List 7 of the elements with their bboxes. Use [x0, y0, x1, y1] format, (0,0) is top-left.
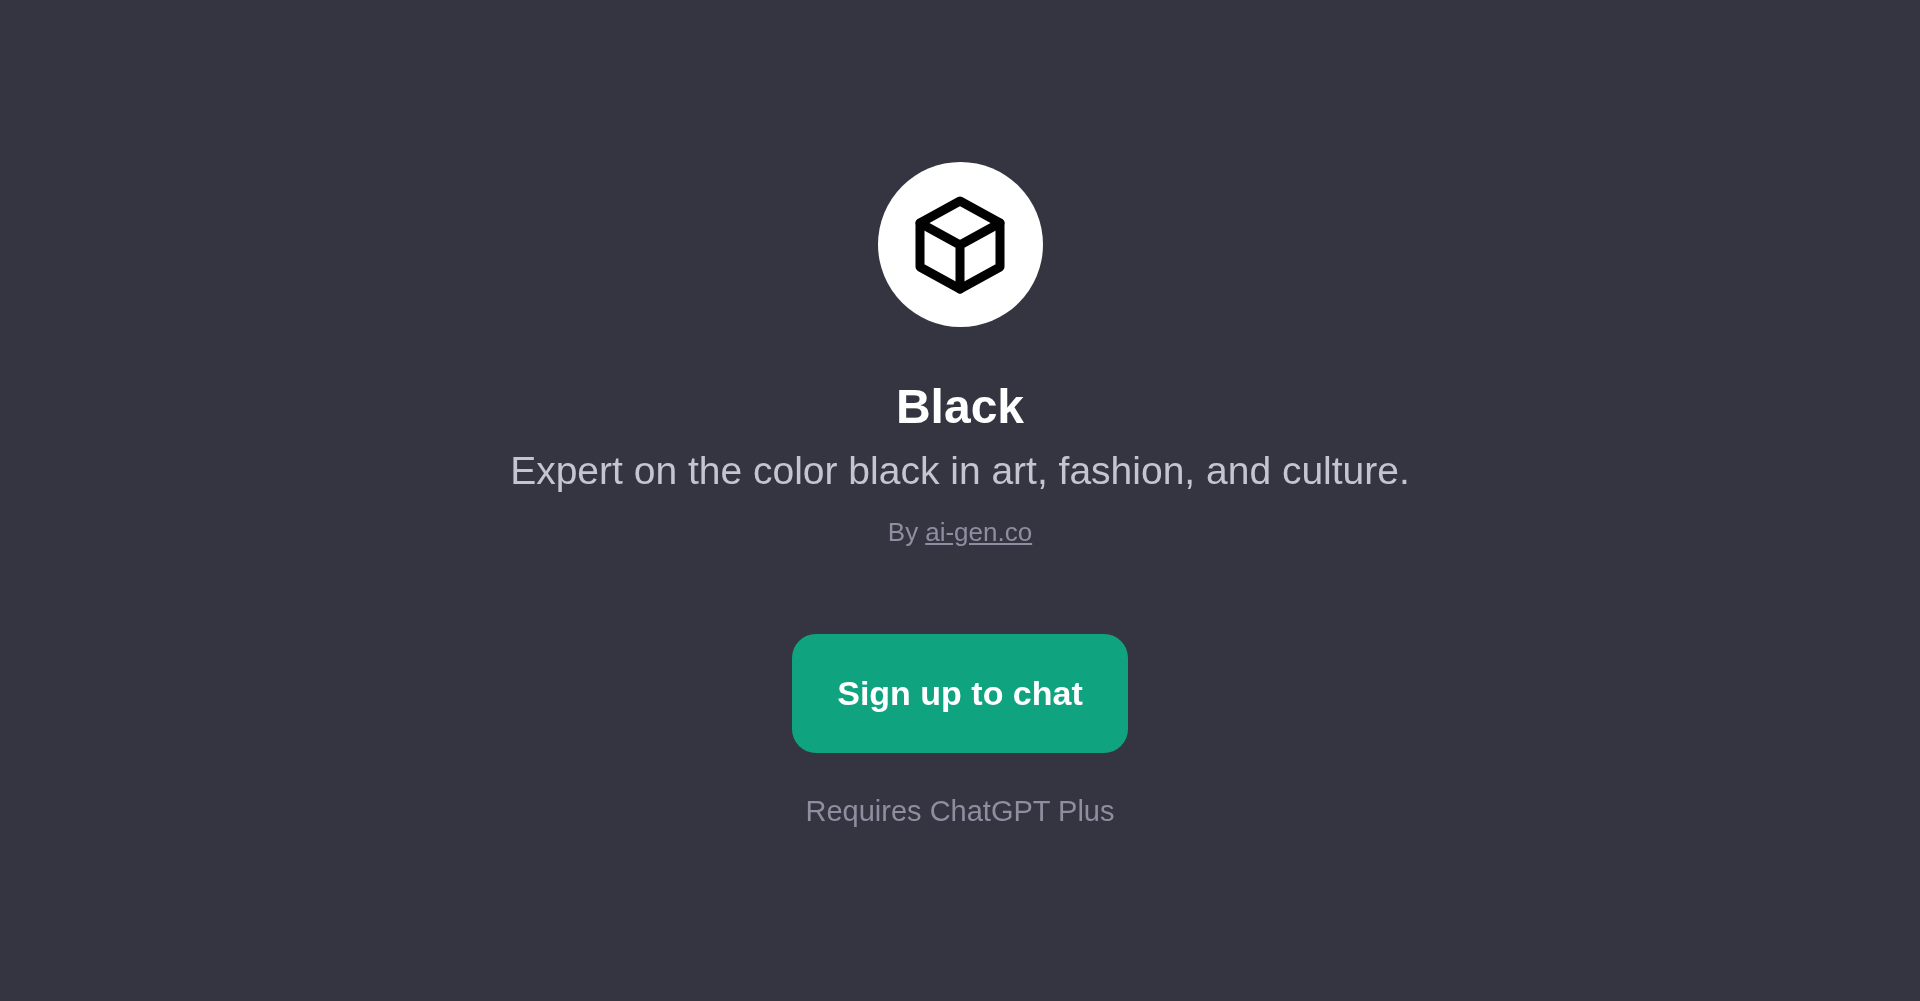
by-label: By: [887, 517, 919, 548]
requirement-note: Requires ChatGPT Plus: [805, 795, 1115, 828]
cube-icon: [914, 194, 1006, 295]
author-link[interactable]: ai-gen.co: [925, 517, 1033, 548]
gpt-title: Black: [895, 379, 1025, 435]
gpt-description: Expert on the color black in art, fashion, and culture.: [510, 448, 1410, 494]
signup-button[interactable]: Sign up to chat: [792, 634, 1128, 753]
